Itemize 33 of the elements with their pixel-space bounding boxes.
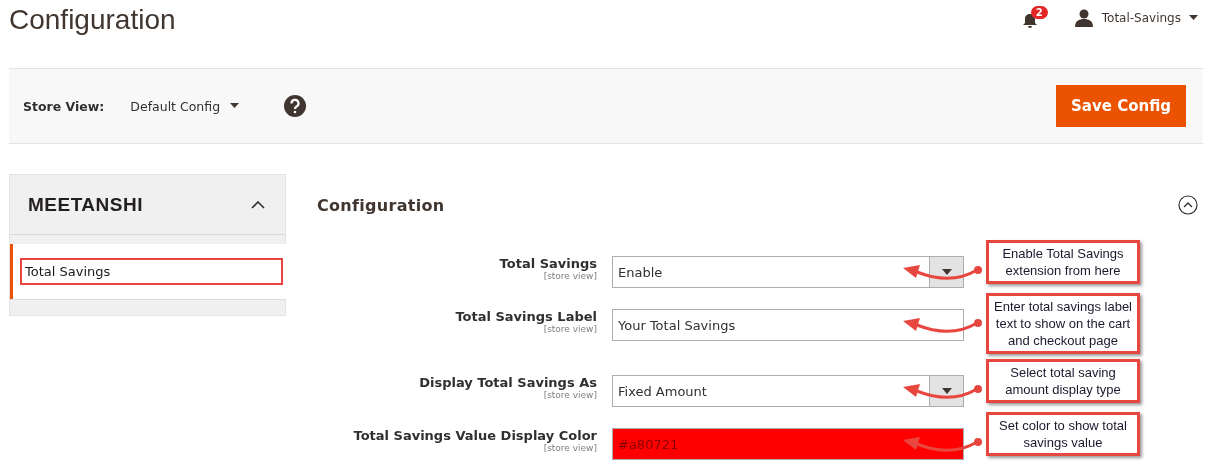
caret-icon [1189, 15, 1198, 21]
field-label: Total Savings [499, 256, 597, 271]
select-field[interactable]: Fixed Amount [612, 375, 964, 407]
callout-note: Enable Total Savings extension from here [986, 240, 1140, 284]
save-config-button[interactable]: Save Config [1056, 85, 1186, 127]
store-view-dropdown[interactable]: Default Config [130, 98, 240, 114]
user-menu[interactable]: Total-Savings [1073, 9, 1198, 27]
collapse-icon[interactable] [1178, 195, 1198, 215]
logo: MEETANSHI [28, 193, 143, 216]
bell-icon[interactable] [1021, 13, 1038, 29]
notification-count: 2 [1030, 6, 1048, 19]
field-label: Display Total Savings As [419, 375, 597, 390]
callout-note: Enter total savings label text to show on the cart and checkout page [986, 293, 1140, 354]
sidebar-item[interactable]: Total Savings [10, 244, 286, 299]
callout-note: Select total saving amount display type [986, 359, 1140, 403]
help-icon[interactable] [284, 95, 307, 117]
scope-label: [store view] [543, 271, 597, 281]
caret-icon [941, 269, 952, 275]
scope-label: [store view] [543, 443, 597, 453]
select-field[interactable]: Enable [612, 256, 964, 288]
chevron-icon[interactable] [251, 200, 265, 209]
scope-label: [store view] [543, 324, 597, 334]
caret-icon [941, 388, 952, 394]
page-title: Configuration [9, 4, 176, 36]
section-title: Configuration [317, 195, 445, 215]
field-label: Total Savings Label [455, 309, 597, 324]
input-field[interactable]: Your Total Savings [612, 309, 964, 341]
scope-label: [store view] [543, 390, 597, 400]
store-view-label: Store View: [23, 98, 105, 114]
field-label: Total Savings Value Display Color [353, 428, 597, 443]
callout-note: Set color to show total savings value [986, 412, 1140, 456]
caret-icon [230, 103, 240, 109]
user-icon [1073, 9, 1094, 27]
